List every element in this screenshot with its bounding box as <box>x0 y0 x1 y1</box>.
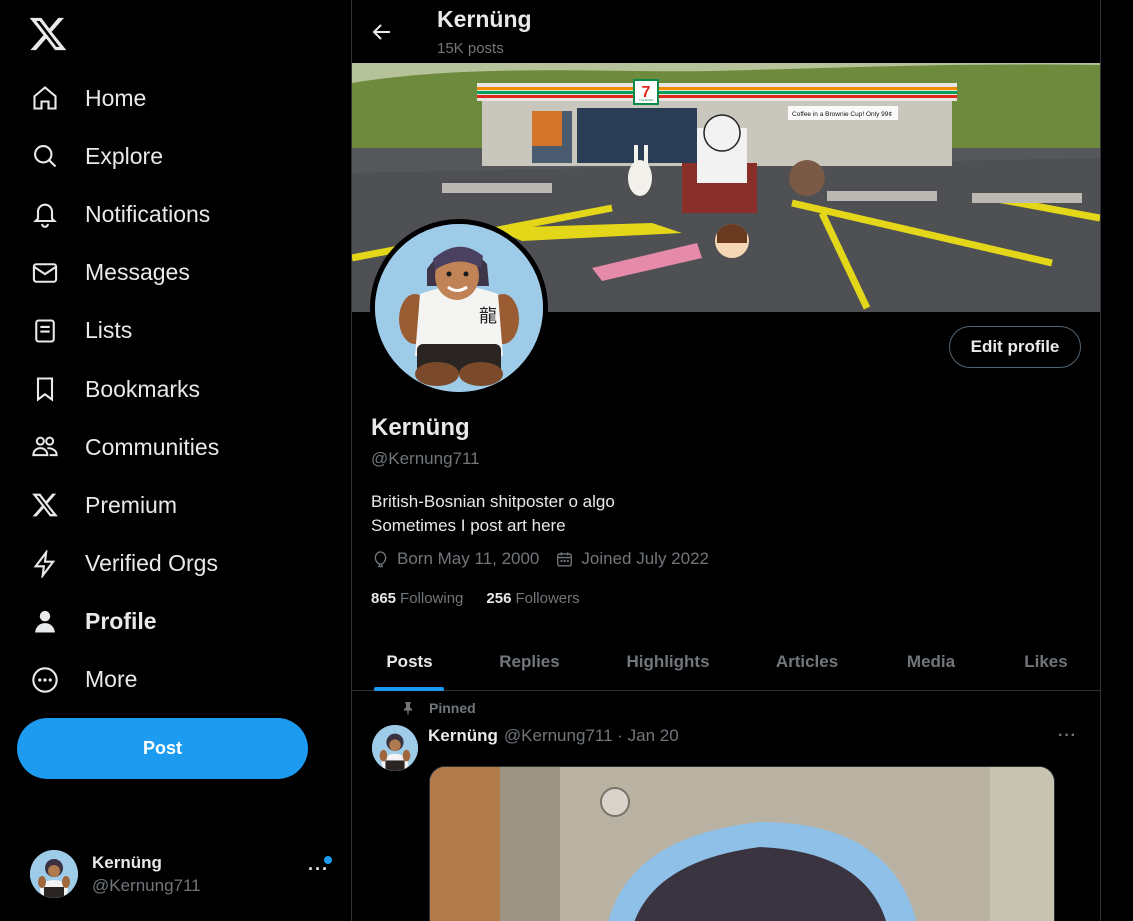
x-logo-icon <box>30 490 60 520</box>
nav-label: Verified Orgs <box>85 550 218 577</box>
nav-label: Lists <box>85 317 133 344</box>
bell-icon <box>30 199 60 229</box>
envelope-icon <box>30 258 60 288</box>
nav-home[interactable]: Home <box>18 69 318 127</box>
list-icon <box>30 316 60 346</box>
back-arrow-icon[interactable] <box>370 20 394 44</box>
nav-label: Communities <box>85 433 220 460</box>
following-label: Following <box>400 590 464 607</box>
x-logo-icon[interactable] <box>28 14 68 54</box>
profile-header-bar: Kernüng 15K posts <box>352 0 1100 63</box>
balloon-icon <box>374 550 387 567</box>
primary-nav: Home Explore Notifications Messages List… <box>18 69 318 709</box>
person-icon <box>30 607 60 637</box>
tab-media[interactable]: Media <box>870 632 992 691</box>
store-sign-text: 7 ELEVEN <box>639 98 653 102</box>
nav-bookmarks[interactable]: Bookmarks <box>18 360 318 418</box>
nav-profile[interactable]: Profile <box>18 593 318 651</box>
more-circle-icon <box>30 665 60 695</box>
followers-label: Followers <box>515 590 580 607</box>
tab-label: Media <box>906 651 956 671</box>
page-title: Kernüng <box>437 6 532 32</box>
pinned-label: Pinned <box>429 700 476 716</box>
nav-premium[interactable]: Premium <box>18 476 318 534</box>
sidebar: Home Explore Notifications Messages List… <box>0 0 352 921</box>
tab-label: Highlights <box>626 651 710 671</box>
profile-tabs: Posts Replies Highlights Articles Media … <box>352 632 1100 691</box>
nav-verified-orgs[interactable]: Verified Orgs <box>18 535 318 593</box>
lightning-icon <box>30 549 60 579</box>
tab-posts[interactable]: Posts <box>352 632 467 691</box>
pin-icon <box>404 702 412 715</box>
nav-label: Messages <box>85 259 190 286</box>
following-count: 865 <box>371 590 397 607</box>
svg-text:龍: 龍 <box>479 306 497 327</box>
follow-stats: 865 Following 256 Followers <box>371 590 603 607</box>
tab-likes[interactable]: Likes <box>992 632 1100 691</box>
account-handle: @Kernung711 <box>92 875 201 895</box>
account-name: Kernüng <box>92 852 162 872</box>
calendar-icon <box>557 551 573 567</box>
post-image[interactable] <box>429 766 1055 921</box>
tab-replies[interactable]: Replies <box>467 632 592 691</box>
promo-sign-text: Coffee in a Brownie Cup! Only 99¢ <box>792 111 892 118</box>
post-handle-date[interactable]: @Kernung711 · Jan 20 <box>504 726 679 746</box>
post-header: Kernüng @Kernung711 · Jan 20 <box>428 726 679 746</box>
pinned-indicator: Pinned <box>400 700 476 716</box>
nav-label: Premium <box>85 491 178 518</box>
followers-count: 256 <box>486 590 512 607</box>
post-avatar[interactable] <box>372 725 418 771</box>
active-tab-indicator <box>374 687 444 691</box>
post-more-icon[interactable]: ··· <box>1058 727 1077 745</box>
post-count: 15K posts <box>437 40 504 57</box>
profile-column: Kernüng 15K posts 7 7 ELEVEN Coffee in a… <box>352 0 1101 921</box>
edit-profile-button[interactable]: Edit profile <box>949 326 1081 368</box>
profile-name: Kernüng <box>371 414 470 441</box>
home-icon <box>30 83 60 113</box>
birth-date: Born May 11, 2000 <box>397 549 540 568</box>
post-button[interactable]: Post <box>17 718 308 779</box>
nav-more[interactable]: More <box>18 651 318 709</box>
bookmark-icon <box>30 374 60 404</box>
join-date: Joined July 2022 <box>581 549 709 568</box>
nav-label: Notifications <box>85 200 211 227</box>
search-icon <box>30 141 60 171</box>
nav-label: Home <box>85 84 147 111</box>
bio-line: British-Bosnian shitposter o algo <box>371 492 615 511</box>
more-options-icon[interactable]: ··· <box>308 859 329 880</box>
nav-label: More <box>85 666 138 693</box>
tab-label: Posts <box>386 651 433 671</box>
nav-label: Explore <box>85 142 163 169</box>
nav-notifications[interactable]: Notifications <box>18 185 318 243</box>
nav-communities[interactable]: Communities <box>18 418 318 476</box>
following-link[interactable]: 865 Following <box>371 590 463 607</box>
avatar <box>30 850 78 898</box>
profile-bio: British-Bosnian shitposter o algo Someti… <box>371 490 615 538</box>
profile-meta: Born May 11, 2000 Joined July 2022 <box>371 549 725 569</box>
tab-label: Likes <box>1024 651 1068 671</box>
tab-articles[interactable]: Articles <box>744 632 870 691</box>
post-author[interactable]: Kernüng <box>428 726 498 746</box>
nav-label: Bookmarks <box>85 375 201 402</box>
nav-label: Profile <box>85 608 157 635</box>
profile-handle: @Kernung711 <box>371 449 480 468</box>
tab-highlights[interactable]: Highlights <box>592 632 744 691</box>
followers-link[interactable]: 256 Followers <box>486 590 579 607</box>
people-icon <box>30 432 60 462</box>
tab-label: Articles <box>775 651 839 671</box>
account-switcher[interactable]: Kernüng @Kernung711 ··· <box>30 845 335 903</box>
tab-label: Replies <box>499 651 560 671</box>
nav-explore[interactable]: Explore <box>18 127 318 185</box>
nav-messages[interactable]: Messages <box>18 244 318 302</box>
nav-lists[interactable]: Lists <box>18 302 318 360</box>
profile-avatar[interactable]: 龍 <box>370 219 548 397</box>
bio-line: Sometimes I post art here <box>371 516 566 535</box>
